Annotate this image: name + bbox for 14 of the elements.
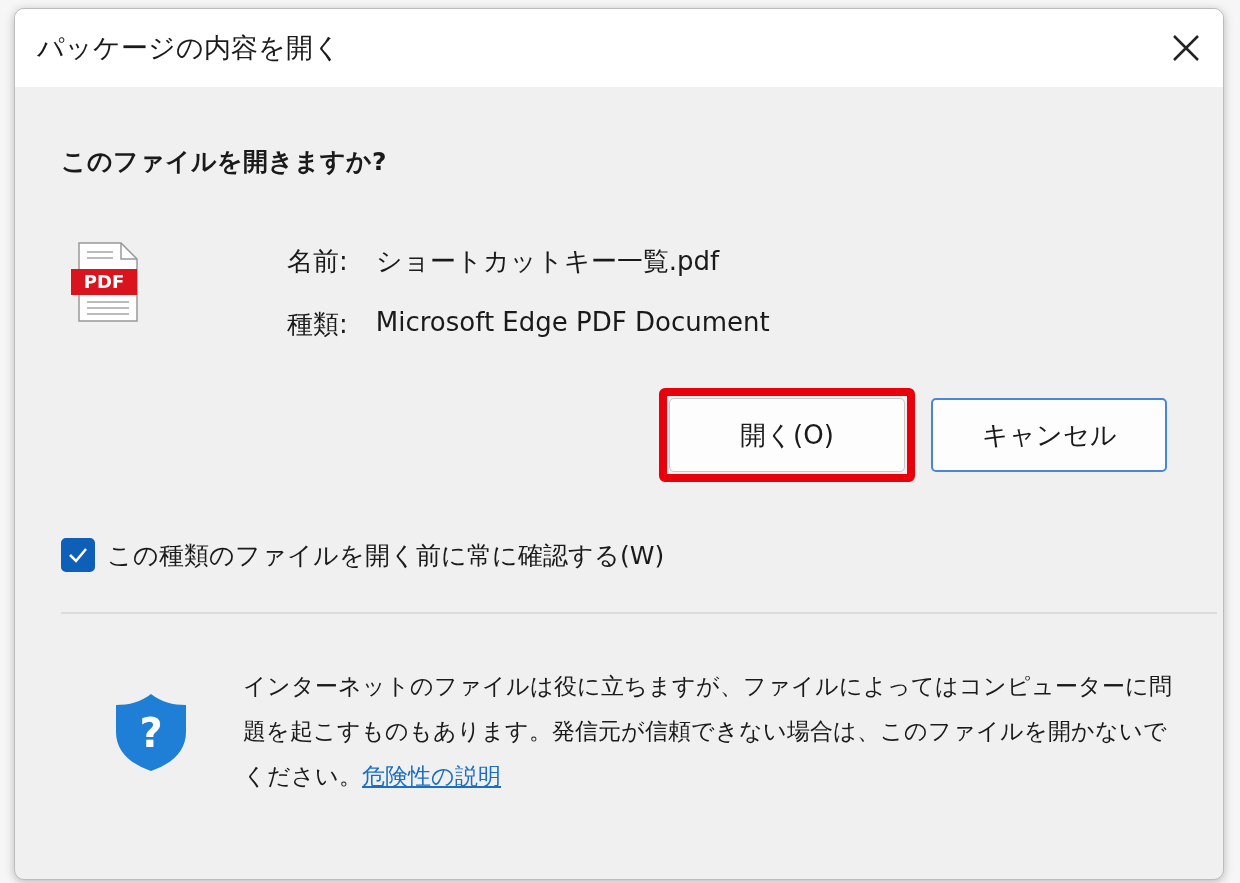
field-label: 種類:	[287, 308, 348, 341]
dialog-button[interactable]: キャンセル	[931, 398, 1167, 472]
checkbox-label: この種類のファイルを開く前に常に確認する(W)	[107, 539, 665, 572]
risk-explanation-link[interactable]: 危険性の説明	[362, 763, 501, 789]
dialog-question: このファイルを開きますか?	[61, 146, 388, 178]
shield-icon: ?	[113, 691, 189, 772]
window-title: パッケージの内容を開く	[37, 31, 341, 65]
field-value: Microsoft Edge PDF Document	[375, 307, 770, 339]
field-label: 名前:	[287, 245, 348, 278]
checkbox[interactable]	[61, 538, 95, 572]
warning-text: インターネットのファイルは役に立ちますが、ファイルによってはコンピューターに問題を起こすものもあります。発信元が信頼できない場合は、このファイルを開かないでください。危険性の説明	[243, 672, 1173, 791]
dialog-button[interactable]: 開く(O)	[669, 398, 905, 472]
field-value: ショートカットキー一覧.pdf	[375, 245, 721, 278]
close-button[interactable]	[1171, 33, 1201, 63]
